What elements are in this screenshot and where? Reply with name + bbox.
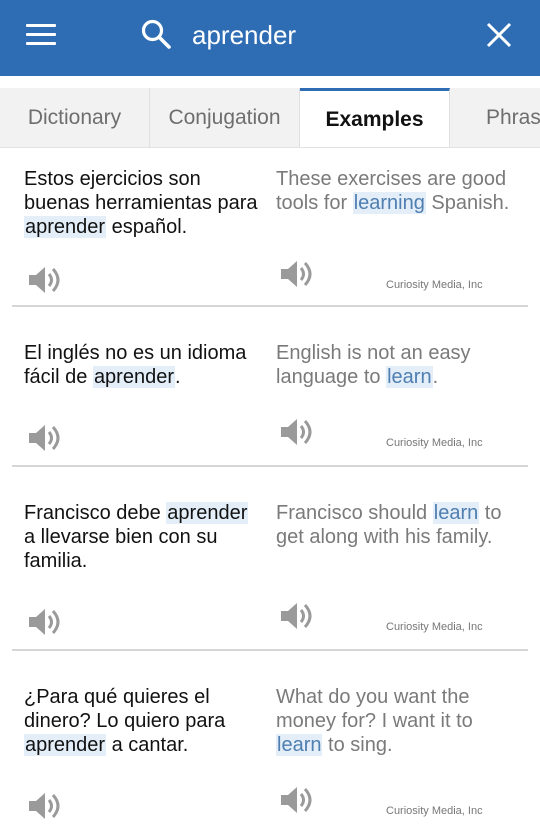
menu-button[interactable]	[24, 22, 60, 48]
spanish-sentence: El inglés no es un idioma fácil de apren…	[24, 341, 264, 389]
speaker-icon[interactable]	[278, 601, 312, 631]
source-credit: Curiosity Media, Inc	[386, 805, 483, 817]
spanish-text: .	[175, 366, 181, 388]
english-sentence: Francisco should learn to get along with…	[276, 501, 516, 549]
spanish-sentence: ¿Para qué quieres el dinero? Lo quiero p…	[24, 685, 264, 757]
english-highlight: learn	[386, 366, 433, 388]
spanish-text: Estos ejercicios son buenas herramientas…	[24, 168, 258, 214]
spanish-highlight: aprender	[24, 734, 107, 756]
english-sentence: These exercises are good tools for learn…	[276, 167, 516, 215]
speaker-icon[interactable]	[26, 423, 60, 453]
english-sentence: What do you want the money for? I want i…	[276, 685, 516, 757]
spanish-highlight: aprender	[92, 366, 175, 388]
english-highlight: learning	[352, 192, 426, 214]
speaker-icon[interactable]	[26, 791, 60, 821]
tab-conjugation[interactable]: Conjugation	[150, 88, 300, 147]
examples-list: Estos ejercicios son buenas herramientas…	[0, 149, 540, 827]
english-highlight: learn	[276, 734, 323, 756]
speaker-icon[interactable]	[278, 417, 312, 447]
menu-icon-line	[26, 42, 56, 45]
english-text: .	[432, 366, 439, 388]
source-credit: Curiosity Media, Inc	[386, 621, 483, 633]
menu-icon-line	[26, 33, 56, 36]
example-row: Francisco debe aprender a llevarse bien …	[12, 467, 528, 651]
spanish-text: español.	[106, 216, 188, 238]
example-row: ¿Para qué quieres el dinero? Lo quiero p…	[12, 651, 528, 827]
spanish-text: ¿Para qué quieres el dinero? Lo quiero p…	[24, 686, 226, 732]
source-credit: Curiosity Media, Inc	[386, 437, 483, 449]
english-text: Francisco should	[276, 502, 433, 524]
spanish-sentence: Francisco debe aprender a llevarse bien …	[24, 501, 264, 573]
spanish-sentence: Estos ejercicios son buenas herramientas…	[24, 167, 264, 239]
english-highlight: learn	[432, 502, 480, 524]
spanish-text: a llevarse bien con su familia.	[24, 526, 218, 572]
speaker-icon[interactable]	[26, 607, 60, 637]
app-bar	[0, 0, 540, 76]
tab-phrases[interactable]: Phrases	[450, 88, 540, 147]
search-input[interactable]	[192, 18, 462, 52]
spanish-highlight: aprender	[24, 216, 107, 238]
example-row: Estos ejercicios son buenas herramientas…	[12, 149, 528, 307]
source-credit: Curiosity Media, Inc	[386, 279, 483, 291]
speaker-icon[interactable]	[26, 265, 60, 295]
english-text: What do you want the money for? I want i…	[276, 686, 473, 732]
english-text: to sing.	[322, 734, 393, 756]
english-text: English is not an easy language to	[276, 342, 471, 388]
search-icon[interactable]	[140, 18, 172, 50]
tab-bar: Dictionary Conjugation Examples Phrases	[0, 88, 540, 148]
speaker-icon[interactable]	[278, 259, 312, 289]
close-icon[interactable]	[484, 20, 514, 50]
spanish-text: Francisco debe	[24, 502, 167, 524]
tab-dictionary[interactable]: Dictionary	[0, 88, 150, 147]
speaker-icon[interactable]	[278, 785, 312, 815]
spanish-highlight: aprender	[166, 502, 249, 524]
english-text: Spanish.	[425, 192, 510, 214]
menu-icon-line	[26, 24, 56, 27]
spanish-text: a cantar.	[106, 734, 189, 756]
example-row: El inglés no es un idioma fácil de apren…	[12, 307, 528, 467]
tab-examples[interactable]: Examples	[300, 88, 450, 147]
english-sentence: English is not an easy language to learn…	[276, 341, 516, 389]
